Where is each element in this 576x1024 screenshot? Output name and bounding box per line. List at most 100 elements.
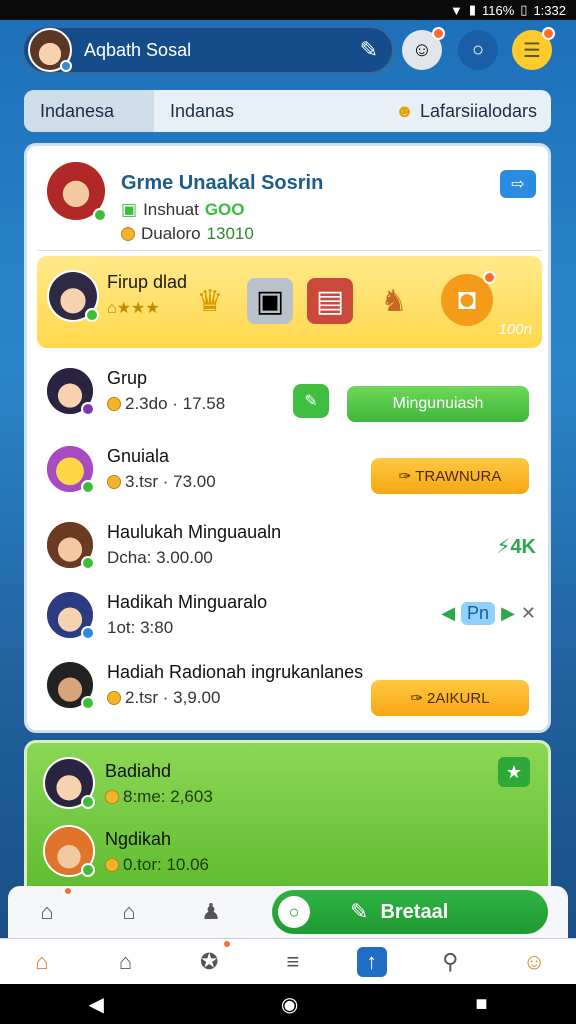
- list-item[interactable]: Hadiah Radionah ingrukanlanes 2.tsr · 3,…: [41, 660, 536, 720]
- share-icon: ⇨: [511, 176, 525, 193]
- user-tab-icon[interactable]: ☺: [514, 942, 554, 982]
- puzzle-icon[interactable]: ✎: [360, 37, 378, 63]
- divider: [37, 250, 542, 251]
- coin-icon: [105, 790, 119, 804]
- arrow-left-icon: ◀: [441, 603, 456, 623]
- chest-icon[interactable]: ▤: [307, 278, 353, 324]
- house-icon[interactable]: ⌂: [106, 889, 152, 935]
- member-meta: 3.tsr · 73.00: [107, 472, 216, 492]
- member-name: Haulukah Minguaualn: [107, 522, 282, 542]
- battery-icon: ▯: [520, 2, 528, 17]
- strip-title: Firup dlad: [107, 272, 188, 292]
- favorite-button[interactable]: ★: [498, 757, 530, 787]
- trophy-icon: ☻: [394, 100, 414, 121]
- tag-icon: ✑: [398, 468, 412, 485]
- member-meta: 1ot: 3:80: [107, 618, 174, 637]
- member-avatar: [45, 366, 95, 416]
- cat-icon[interactable]: ♞: [371, 278, 417, 324]
- menu-icon: ☰: [523, 39, 541, 62]
- list-item[interactable]: Grup 2.3do · 17.58 ✎ Mingunuiash: [41, 366, 536, 426]
- coin-icon: [121, 227, 135, 241]
- profile-icon[interactable]: ♟: [188, 889, 234, 935]
- share-button[interactable]: ⇨: [500, 170, 536, 198]
- coin-info: Dualoro 13010: [121, 224, 254, 244]
- tab-strip: Indanesa Indanas ☻ Lafarsiialodars: [24, 90, 551, 132]
- strip-counter: 100n: [498, 321, 532, 338]
- points-value: ⚡4K: [496, 536, 536, 558]
- status-bar: ▼ ▮ 116% ▯ 1:332: [0, 0, 576, 20]
- signal-icon: ▮: [468, 2, 476, 17]
- green-member-card: Badiahd 8:me: 2,603 ★ Ngdikah 0.tor: 10.…: [24, 740, 551, 900]
- battery-text: 116%: [482, 2, 515, 18]
- user-avatar[interactable]: [28, 28, 72, 72]
- town-tab-icon[interactable]: ⌂: [106, 942, 146, 982]
- member-meta: 0.tor: 10.06: [105, 855, 209, 875]
- tab-leaderboard-label: Lafarsiialodars: [419, 100, 537, 121]
- list-item[interactable]: Gnuiala 3.tsr · 73.00 ✑ TRAWNURA: [41, 444, 536, 504]
- coin-icon: [107, 397, 121, 411]
- row-action-button[interactable]: ✑ TRAWNURA: [371, 458, 529, 494]
- rating-stars: ⌂★★★: [107, 300, 160, 317]
- edit-button[interactable]: ✎: [293, 384, 329, 418]
- home-icon[interactable]: ⌂: [24, 886, 73, 935]
- member-avatar: [45, 444, 95, 494]
- member-meta: 2.3do · 17.58: [107, 394, 225, 414]
- menu-button[interactable]: ☰: [512, 27, 555, 70]
- home-button-icon[interactable]: ◉: [281, 992, 298, 1017]
- strip-avatar: [47, 270, 99, 322]
- row-action-button[interactable]: Mingunuiash: [347, 386, 529, 422]
- post-button-label: Bretaal: [380, 900, 449, 923]
- row-action-button[interactable]: ✑ 2AIKURL: [371, 680, 529, 716]
- close-icon[interactable]: ✕: [521, 603, 536, 624]
- search-icon: ○: [471, 38, 485, 61]
- group-card: Grme Unaakal Sosrin ▣ Inshuat GOO Dualor…: [24, 143, 551, 733]
- recents-icon[interactable]: ■: [475, 993, 487, 1016]
- member-meta: 8:me: 2,603: [105, 787, 213, 807]
- list-item[interactable]: Hadikah Minguaralo 1ot: 3:80 ◀ Pn ▶ ✕: [41, 590, 536, 650]
- profile-name: Aqbath Sosal: [84, 39, 192, 60]
- tab-leaderboard[interactable]: ☻ Lafarsiialodars: [395, 101, 551, 122]
- tab-indanas[interactable]: Indanas: [154, 90, 294, 132]
- group-avatar: [45, 160, 107, 222]
- member-name: Hadikah Minguaralo: [107, 592, 268, 612]
- member-avatar: [43, 825, 95, 877]
- radio-icon[interactable]: ▣: [247, 278, 293, 324]
- action-bar: ⌂ ⌂ ♟ ○ ✎ Bretaal: [8, 886, 568, 938]
- coin-icon: [107, 475, 121, 489]
- coin-icon: [107, 691, 121, 705]
- member-avatar: [45, 660, 95, 710]
- tag-icon: ✑: [410, 690, 424, 707]
- game-tab-icon[interactable]: ✪: [189, 938, 233, 982]
- member-avatar: [43, 757, 95, 809]
- home-tab-icon[interactable]: ⌂: [22, 942, 62, 982]
- group-header: Grme Unaakal Sosrin ▣ Inshuat GOO Dualor…: [41, 156, 536, 246]
- coin-icon: [105, 858, 119, 872]
- crown-icon[interactable]: ♛: [187, 278, 233, 324]
- member-avatar: [45, 590, 95, 640]
- member-meta: Dcha: 3.00.00: [107, 548, 213, 567]
- gift-icon[interactable]: ◘: [441, 271, 496, 326]
- arrow-right-icon: ▶: [501, 603, 515, 623]
- member-name: Hadiah Radionah ingrukanlanes: [107, 662, 364, 682]
- search-button[interactable]: ○: [458, 30, 498, 70]
- emoji-button[interactable]: ☺: [402, 27, 445, 70]
- smile-icon: ☺: [411, 38, 433, 61]
- star-icon: ★: [505, 761, 523, 782]
- tab-indanesa[interactable]: Indanesa: [24, 90, 154, 132]
- list-item[interactable]: Haulukah Minguaualn Dcha: 3.00.00 ⚡4K: [41, 520, 536, 580]
- back-icon[interactable]: ◀: [89, 992, 104, 1017]
- boost-indicator[interactable]: ◀ Pn ▶ ✕: [441, 602, 536, 625]
- member-name: Ngdikah: [105, 829, 172, 849]
- group-strip[interactable]: Firup dlad ⌂★★★ ♛ ▣ ▤ ♞ ◘ 100n: [37, 256, 542, 348]
- pin-tab-icon[interactable]: ⚲: [430, 942, 470, 982]
- post-button[interactable]: ○ ✎ Bretaal: [272, 890, 548, 934]
- profile-bar[interactable]: Aqbath Sosal ✎: [22, 26, 394, 74]
- member-avatar: [45, 520, 95, 570]
- member-name: Grup: [107, 368, 148, 388]
- bottom-tabbar: ⌂ ⌂ ✪ ≡ ↑ ⚲ ☺: [0, 938, 576, 984]
- database-tab-icon[interactable]: ≡: [273, 942, 313, 982]
- upload-tab-icon[interactable]: ↑: [356, 946, 387, 977]
- member-info: ▣ Inshuat GOO: [121, 200, 245, 219]
- member-name: Badiahd: [105, 761, 172, 781]
- pencil-icon: ✎: [304, 393, 318, 410]
